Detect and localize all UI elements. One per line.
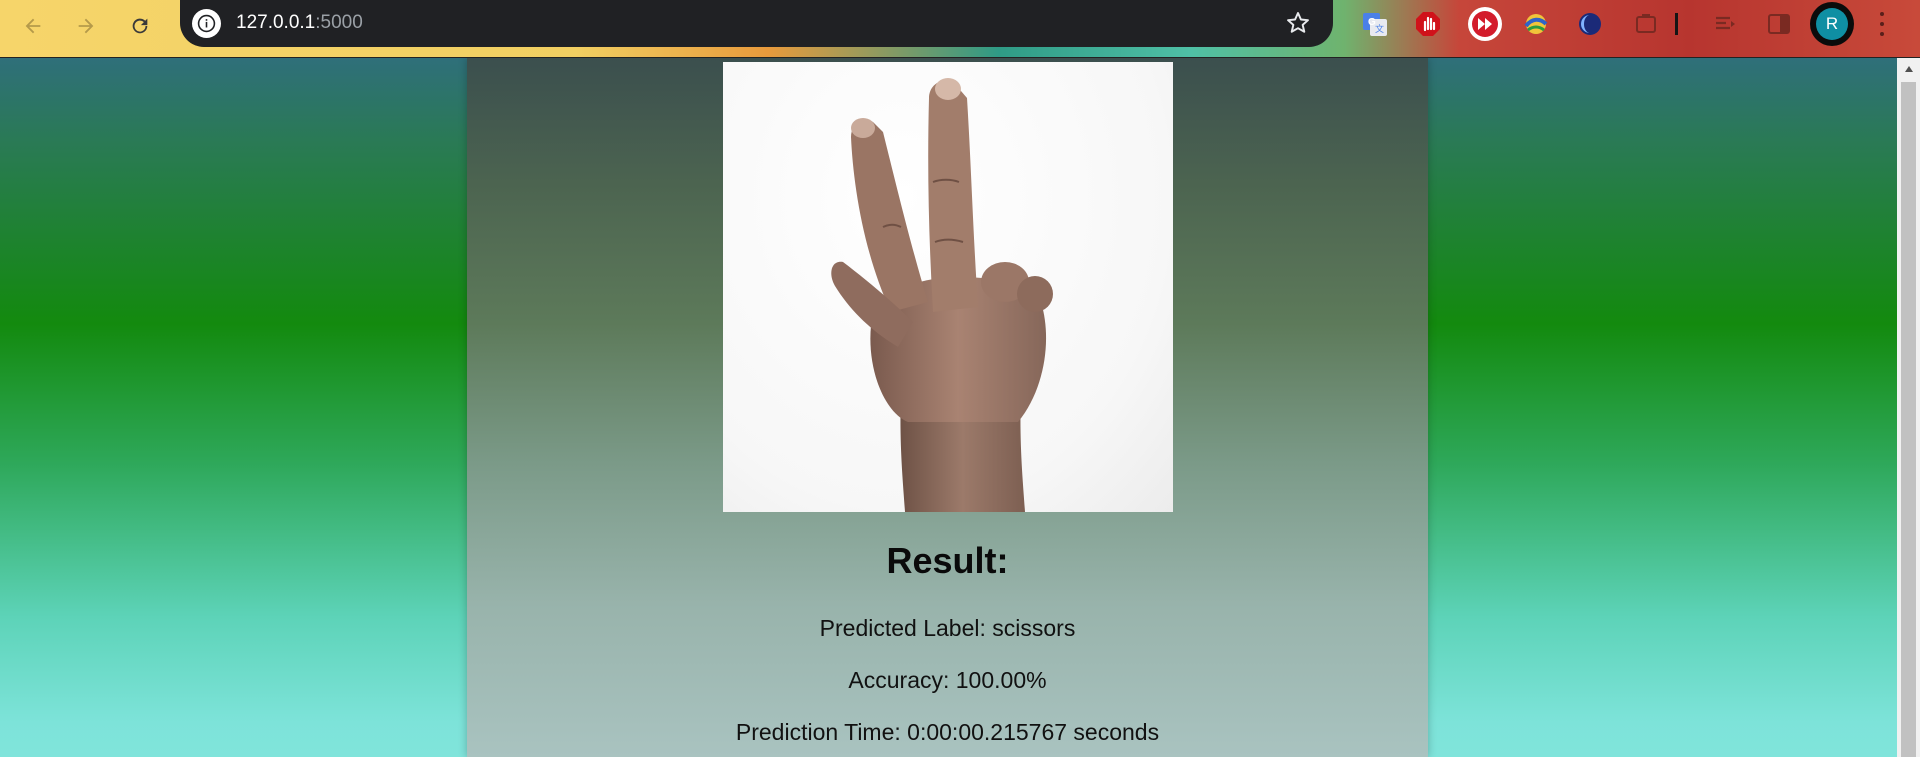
extension-icon[interactable] bbox=[1632, 10, 1660, 38]
predicted-label-text: Predicted Label: scissors bbox=[819, 615, 1076, 641]
profile-avatar[interactable]: R bbox=[1810, 2, 1854, 46]
scroll-up-arrow-icon[interactable] bbox=[1897, 58, 1920, 80]
address-bar[interactable]: 127.0.0.1:5000 bbox=[180, 0, 1333, 47]
url-host: 127.0.0.1 bbox=[236, 12, 316, 33]
info-icon[interactable] bbox=[192, 9, 221, 38]
result-panel: Result: Predicted Label: scissors Accura… bbox=[467, 58, 1428, 757]
arrow-left-icon bbox=[25, 18, 41, 34]
browser-toolbar: 127.0.0.1:5000 G文 R bbox=[0, 0, 1920, 58]
kebab-menu-icon[interactable] bbox=[1876, 12, 1888, 36]
paint-extension-icon[interactable] bbox=[1522, 10, 1550, 38]
result-heading: Result: bbox=[886, 540, 1009, 581]
accuracy-text: Accuracy: 100.00% bbox=[848, 667, 1047, 693]
reload-button[interactable] bbox=[122, 8, 158, 44]
arrow-right-icon bbox=[78, 18, 94, 34]
google-translate-icon[interactable]: G文 bbox=[1361, 10, 1389, 38]
dark-mode-icon[interactable] bbox=[1576, 10, 1604, 38]
url-port: :5000 bbox=[315, 12, 363, 33]
prediction-time-text: Prediction Time: 0:00:00.215767 seconds bbox=[735, 719, 1160, 745]
page-viewport: Result: Predicted Label: scissors Accura… bbox=[0, 58, 1897, 757]
video-speed-icon[interactable] bbox=[1467, 6, 1503, 42]
uploaded-hand-image bbox=[723, 62, 1173, 512]
profile-initial: R bbox=[1816, 8, 1848, 40]
svg-text:文: 文 bbox=[1375, 23, 1384, 34]
side-panel-icon[interactable] bbox=[1765, 10, 1793, 38]
url-text: 127.0.0.1:5000 bbox=[236, 12, 363, 34]
scrollbar-thumb[interactable] bbox=[1901, 82, 1916, 757]
media-cast-icon[interactable] bbox=[1711, 10, 1739, 38]
back-button[interactable] bbox=[15, 8, 51, 44]
vertical-scrollbar[interactable] bbox=[1897, 58, 1920, 757]
bookmark-star-icon[interactable] bbox=[1285, 10, 1311, 36]
stop-hand-icon[interactable] bbox=[1414, 10, 1442, 38]
forward-button[interactable] bbox=[68, 8, 104, 44]
toolbar-divider bbox=[1672, 10, 1680, 38]
reload-icon bbox=[132, 18, 148, 34]
